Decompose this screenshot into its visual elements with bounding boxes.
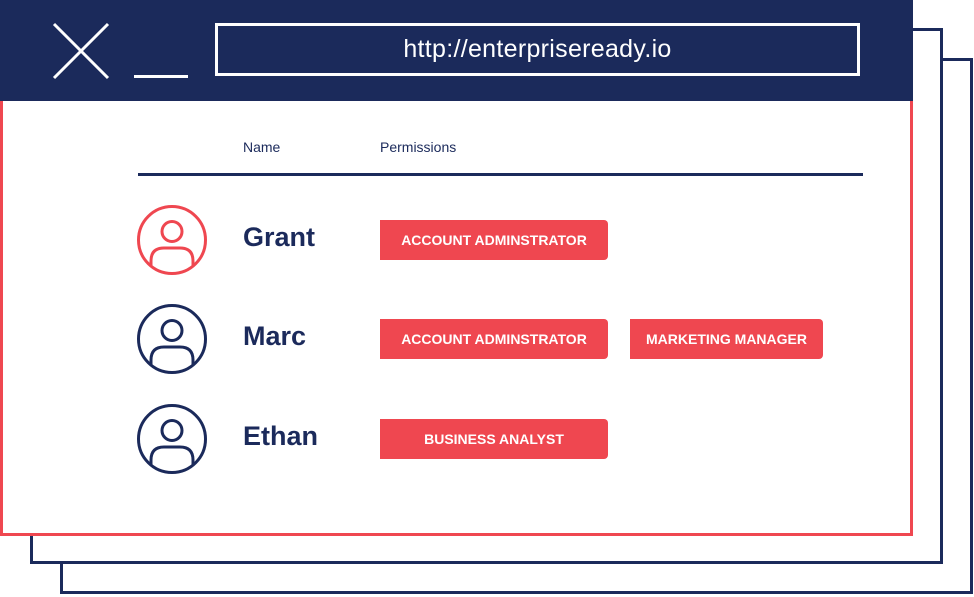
user-name: Ethan: [243, 421, 319, 451]
user-name: Grant: [243, 222, 316, 252]
permission-badge[interactable]: BUSINESS ANALYST: [380, 419, 608, 459]
title-bar: http://enterpriseready.io: [0, 0, 913, 101]
user-icon: [137, 304, 207, 374]
permission-badge[interactable]: ACCOUNT ADMINSTRATOR: [380, 319, 608, 359]
permission-badge[interactable]: ACCOUNT ADMINSTRATOR: [380, 220, 608, 260]
permission-badge[interactable]: MARKETING MANAGER: [630, 319, 823, 359]
close-icon: [52, 22, 110, 80]
header-divider: [138, 173, 863, 176]
user-row-ethan[interactable]: Ethan BUSINESS ANALYST: [136, 403, 876, 475]
column-header-permissions[interactable]: Permissions: [380, 139, 456, 155]
address-bar[interactable]: http://enterpriseready.io: [215, 23, 860, 76]
user-icon: [137, 404, 207, 474]
user-name: Marc: [243, 321, 307, 351]
minimize-button[interactable]: [134, 52, 188, 82]
browser-window: http://enterpriseready.io Name Permissio…: [0, 0, 913, 536]
column-header-name[interactable]: Name: [243, 139, 280, 155]
user-icon: [137, 205, 207, 275]
url-text: http://enterpriseready.io: [403, 35, 672, 63]
user-row-marc[interactable]: Marc ACCOUNT ADMINSTRATOR MARKETING MANA…: [136, 303, 876, 375]
user-row-grant[interactable]: Grant ACCOUNT ADMINSTRATOR: [136, 204, 876, 276]
close-button[interactable]: [52, 22, 110, 80]
